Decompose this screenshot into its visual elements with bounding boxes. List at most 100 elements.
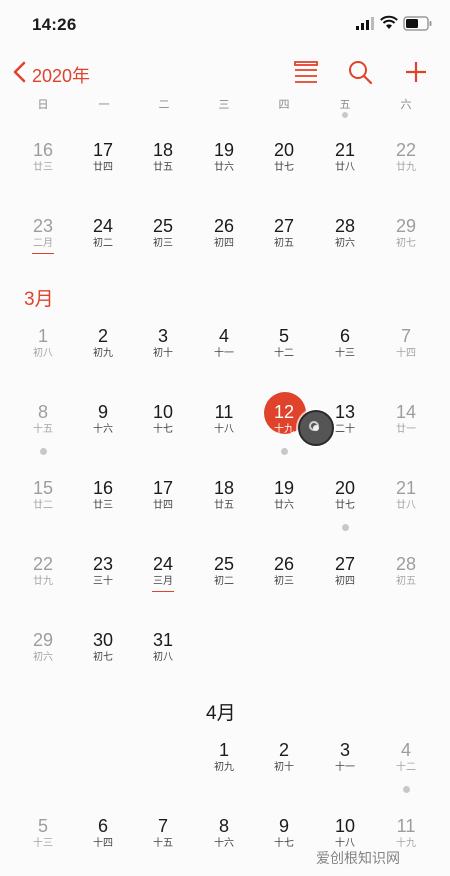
lunar-date: 廿四 xyxy=(153,500,173,511)
day-cell[interactable]: 16 廿三 xyxy=(73,478,133,538)
day-cell[interactable]: 7 十五 xyxy=(133,816,193,876)
lunar-month-start-underline xyxy=(32,253,54,254)
lunar-date: 十七 xyxy=(274,838,294,849)
day-number: 7 xyxy=(400,326,411,346)
day-cell[interactable]: 28 初五 xyxy=(376,554,436,614)
lunar-date: 十四 xyxy=(396,348,416,359)
day-number: 19 xyxy=(273,478,295,498)
lunar-date: 十一 xyxy=(335,762,355,773)
day-cell[interactable]: 26 初四 xyxy=(194,216,254,276)
day-cell[interactable]: 10 十七 xyxy=(133,402,193,462)
lunar-date: 廿六 xyxy=(214,162,234,173)
day-cell[interactable]: 25 初三 xyxy=(133,216,193,276)
day-number: 20 xyxy=(273,140,295,160)
day-number: 25 xyxy=(152,216,174,236)
year-back-button[interactable]: 2020年 xyxy=(32,62,90,88)
event-dot xyxy=(40,448,47,455)
day-cell[interactable]: 24 初二 xyxy=(73,216,133,276)
day-cell[interactable]: 3 初十 xyxy=(133,326,193,386)
lunar-date: 十五 xyxy=(33,424,53,435)
day-number: 27 xyxy=(273,216,295,236)
day-cell[interactable]: 23 三十 xyxy=(73,554,133,614)
day-cell[interactable]: 31 初八 xyxy=(133,630,193,690)
lunar-date: 十六 xyxy=(214,838,234,849)
day-cell[interactable]: 22 廿九 xyxy=(13,554,73,614)
lunar-date: 初四 xyxy=(335,576,355,587)
day-cell[interactable]: 30 初七 xyxy=(73,630,133,690)
day-cell[interactable]: 6 十四 xyxy=(73,816,133,876)
day-cell[interactable]: 2 初九 xyxy=(73,326,133,386)
day-number: 21 xyxy=(334,140,356,160)
day-cell[interactable]: 3 十一 xyxy=(315,740,375,800)
day-cell[interactable]: 19 廿六 xyxy=(194,140,254,200)
lunar-date: 廿九 xyxy=(396,162,416,173)
event-dot xyxy=(342,524,349,531)
day-number: 1 xyxy=(37,326,48,346)
day-cell[interactable]: 21 廿八 xyxy=(315,140,375,200)
day-cell[interactable]: 5 十二 xyxy=(254,326,314,386)
day-cell[interactable]: 2 初十 xyxy=(254,740,314,800)
day-cell[interactable]: 11 十八 xyxy=(194,402,254,462)
day-number: 4 xyxy=(218,326,229,346)
day-cell[interactable]: 27 初五 xyxy=(254,216,314,276)
list-view-icon[interactable] xyxy=(292,58,320,86)
day-number: 2 xyxy=(278,740,289,760)
day-cell[interactable]: 21 廿八 xyxy=(376,478,436,538)
weekday-label: 五 xyxy=(339,99,351,111)
day-cell[interactable]: 23 二月 xyxy=(13,216,73,276)
day-cell[interactable]: 15 廿二 xyxy=(13,478,73,538)
day-cell[interactable]: 9 十六 xyxy=(73,402,133,462)
day-cell[interactable]: 25 初二 xyxy=(194,554,254,614)
day-cell[interactable]: 29 初六 xyxy=(13,630,73,690)
day-number: 22 xyxy=(32,554,54,574)
day-cell[interactable]: 19 廿六 xyxy=(254,478,314,538)
day-number: 8 xyxy=(218,816,229,836)
weekday-label: 三 xyxy=(218,99,230,111)
day-cell[interactable]: 6 十三 xyxy=(315,326,375,386)
day-cell[interactable]: 28 初六 xyxy=(315,216,375,276)
add-event-icon[interactable] xyxy=(402,58,430,86)
day-cell[interactable]: 5 十三 xyxy=(13,816,73,876)
day-cell[interactable]: 4 十一 xyxy=(194,326,254,386)
lunar-date: 初七 xyxy=(93,652,113,663)
day-cell[interactable]: 18 廿五 xyxy=(133,140,193,200)
day-cell[interactable]: 18 廿五 xyxy=(194,478,254,538)
day-cell[interactable]: 26 初三 xyxy=(254,554,314,614)
day-cell[interactable]: 9 十七 xyxy=(254,816,314,876)
day-cell[interactable]: 17 廿四 xyxy=(73,140,133,200)
search-icon[interactable] xyxy=(346,58,374,86)
lunar-date: 十二 xyxy=(274,348,294,359)
day-cell[interactable]: 20 廿七 xyxy=(254,140,314,200)
chevron-left-icon[interactable] xyxy=(10,60,30,84)
day-number: 1 xyxy=(218,740,229,760)
lunar-date: 三月 xyxy=(153,576,173,587)
day-cell[interactable]: 27 初四 xyxy=(315,554,375,614)
day-number: 20 xyxy=(334,478,356,498)
weekday-label: 四 xyxy=(278,99,290,111)
day-cell[interactable]: 14 廿一 xyxy=(376,402,436,462)
day-cell[interactable]: 17 廿四 xyxy=(133,478,193,538)
lunar-date: 廿五 xyxy=(153,162,173,173)
day-cell[interactable]: 1 初九 xyxy=(194,740,254,800)
day-number: 25 xyxy=(213,554,235,574)
day-number: 30 xyxy=(92,630,114,650)
day-number: 17 xyxy=(92,140,114,160)
day-cell[interactable]: 16 廿三 xyxy=(13,140,73,200)
lunar-date: 廿六 xyxy=(274,500,294,511)
day-number: 3 xyxy=(157,326,168,346)
day-cell[interactable]: 29 初七 xyxy=(376,216,436,276)
day-number: 5 xyxy=(278,326,289,346)
lunar-date: 廿三 xyxy=(33,162,53,173)
day-number: 6 xyxy=(339,326,350,346)
lunar-date: 初二 xyxy=(93,238,113,249)
day-cell[interactable]: 1 初八 xyxy=(13,326,73,386)
day-cell[interactable]: 24 三月 xyxy=(133,554,193,614)
weekday-label: 一 xyxy=(98,99,110,111)
touch-indicator xyxy=(298,410,334,446)
day-cell[interactable]: 8 十六 xyxy=(194,816,254,876)
day-number: 24 xyxy=(152,554,174,574)
day-number: 8 xyxy=(37,402,48,422)
lunar-date: 廿二 xyxy=(33,500,53,511)
day-cell[interactable]: 7 十四 xyxy=(376,326,436,386)
day-cell[interactable]: 22 廿九 xyxy=(376,140,436,200)
